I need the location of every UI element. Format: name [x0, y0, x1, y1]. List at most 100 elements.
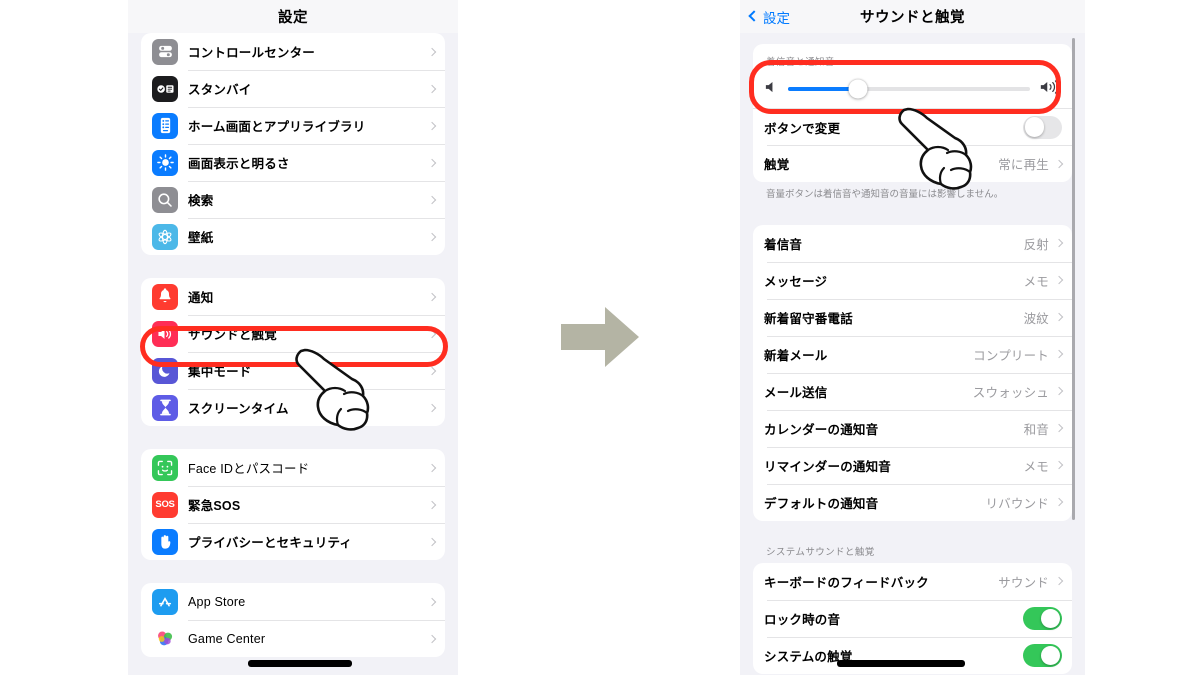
chevron-right-icon: [427, 292, 437, 301]
sidebar-item-label: スクリーンタイム: [188, 402, 289, 416]
standby-icon: [152, 75, 178, 102]
lock-sound-toggle[interactable]: [1023, 606, 1062, 630]
row-label: ボタンで変更: [764, 121, 841, 136]
right-nav-bar: 設定 サウンドと触覚: [740, 0, 1085, 33]
sidebar-item-label: 緊急SOS: [188, 499, 241, 513]
row-label: デフォルトの通知音: [764, 496, 879, 511]
change-with-buttons-row[interactable]: ボタンで変更: [753, 108, 1072, 145]
ringer-volume-slider[interactable]: [753, 70, 1072, 108]
top-spacer: [740, 33, 1085, 44]
sidebar-item-notifications[interactable]: 通知: [141, 278, 445, 315]
row-value: 反射: [1023, 237, 1049, 252]
sidebar-item-home-screen[interactable]: ホーム画面とアプリライブラリ: [141, 107, 445, 144]
chevron-right-icon: [427, 158, 437, 167]
chevron-right-icon: [1054, 461, 1064, 470]
row-value: メモ: [1023, 459, 1049, 474]
chevron-right-icon: [427, 121, 437, 130]
chevron-right-icon: [427, 195, 437, 204]
bell-icon: [152, 283, 178, 310]
chevron-right-icon: [427, 634, 437, 643]
chevron-right-icon: [1054, 387, 1064, 396]
speaker-high-icon: [1039, 79, 1061, 99]
system-haptics-row[interactable]: システムの触覚: [753, 636, 1072, 674]
sidebar-item-wallpaper[interactable]: 壁紙: [141, 218, 445, 255]
sidebar-item-face-id[interactable]: Face IDとパスコード: [141, 449, 445, 486]
chevron-left-icon: [748, 10, 760, 22]
row-value: コンプリート: [973, 348, 1049, 363]
sidebar-item-focus[interactable]: 集中モード: [141, 352, 445, 389]
back-button[interactable]: 設定: [748, 0, 790, 33]
redaction-bar-system-haptics: [837, 660, 965, 667]
sidebar-item-app-store[interactable]: App Store: [141, 583, 445, 620]
sound-row-voicemail[interactable]: 新着留守番電話 波紋: [753, 298, 1072, 336]
sidebar-item-standby[interactable]: スタンバイ: [141, 70, 445, 107]
sidebar-item-search[interactable]: 検索: [141, 181, 445, 218]
sidebar-item-label: 検索: [188, 194, 214, 208]
slider-track[interactable]: [788, 79, 1030, 99]
sound-row-ringtone[interactable]: 着信音 反射: [753, 225, 1072, 262]
chevron-right-icon: [427, 500, 437, 509]
sound-row-reminder[interactable]: リマインダーの通知音 メモ: [753, 446, 1072, 484]
chevron-right-icon: [1054, 424, 1064, 433]
right-scroll-area[interactable]: 着信音と通知音 ボタンで変更 触覚 常に再生 音量ボタンは着信音や通知音の音量に…: [740, 33, 1085, 675]
settings-group-display: コントロールセンター スタンバイ ホーム画面とアプリライブラリ 画面表示と明るさ…: [141, 33, 445, 255]
settings-screen-panel: 設定 コントロールセンター スタンバイ ホーム画面とアプリライブラリ 画面表示と…: [128, 0, 458, 675]
speaker-low-icon: [764, 80, 779, 99]
chevron-right-icon: [427, 84, 437, 93]
row-label: メール送信: [764, 385, 828, 400]
row-label: 新着メール: [764, 348, 828, 363]
row-value: スウォッシュ: [972, 385, 1049, 400]
chevron-right-icon: [427, 597, 437, 606]
sound-row-message[interactable]: メッセージ メモ: [753, 261, 1072, 299]
control-center-icon: [152, 38, 178, 65]
keyboard-feedback-row[interactable]: キーボードのフィードバック サウンド: [753, 563, 1072, 600]
row-label: キーボードのフィードバック: [764, 575, 929, 590]
sidebar-item-privacy-security[interactable]: プライバシーとセキュリティ: [141, 523, 445, 560]
slider-knob[interactable]: [848, 79, 868, 99]
back-button-label: 設定: [763, 10, 790, 26]
row-label: 触覚: [764, 158, 790, 172]
lock-sound-row[interactable]: ロック時の音: [753, 599, 1072, 637]
change-with-buttons-toggle[interactable]: [1023, 115, 1062, 139]
chevron-right-icon: [427, 329, 437, 338]
right-arrow-icon: [561, 305, 639, 369]
haptics-row[interactable]: 触覚 常に再生: [753, 145, 1072, 182]
sidebar-item-label: ホーム画面とアプリライブラリ: [188, 120, 366, 134]
sound-row-calendar[interactable]: カレンダーの通知音 和音: [753, 409, 1072, 447]
system-haptics-toggle[interactable]: [1023, 643, 1062, 667]
page-title: サウンドと触覚: [860, 10, 965, 26]
chevron-right-icon: [427, 537, 437, 546]
sidebar-item-label: コントロールセンター: [188, 46, 316, 60]
sidebar-item-sounds-haptics[interactable]: サウンドと触覚: [141, 315, 445, 352]
search-icon: [152, 186, 178, 213]
chevron-right-icon: [1054, 239, 1064, 248]
chevron-right-icon: [427, 463, 437, 472]
sound-row-default-alert[interactable]: デフォルトの通知音 リバウンド: [753, 483, 1072, 521]
row-value: 波紋: [1023, 311, 1049, 326]
sound-row-sent-mail[interactable]: メール送信 スウォッシュ: [753, 372, 1072, 410]
sidebar-item-emergency-sos[interactable]: SOS 緊急SOS: [141, 486, 445, 523]
row-value: サウンド: [998, 575, 1049, 590]
row-label: 新着留守番電話: [764, 311, 853, 326]
sidebar-item-screen-time[interactable]: スクリーンタイム: [141, 389, 445, 426]
home-screen-icon: [152, 112, 178, 139]
sound-row-new-mail[interactable]: 新着メール コンプリート: [753, 335, 1072, 373]
settings-group-store: App Store Game Center: [141, 583, 445, 657]
left-scroll-area[interactable]: コントロールセンター スタンバイ ホーム画面とアプリライブラリ 画面表示と明るさ…: [128, 33, 458, 675]
sidebar-item-display-brightness[interactable]: 画面表示と明るさ: [141, 144, 445, 181]
chevron-right-icon: [1054, 350, 1064, 359]
row-value: リバウンド: [985, 496, 1049, 511]
volume-section-header: 着信音と通知音: [766, 57, 835, 68]
row-label: メッセージ: [764, 274, 828, 289]
sidebar-item-control-center[interactable]: コントロールセンター: [141, 33, 445, 70]
vertical-scrollbar[interactable]: [1071, 38, 1075, 520]
sidebar-item-game-center[interactable]: Game Center: [141, 620, 445, 657]
speaker-icon: [152, 320, 178, 347]
chevron-right-icon: [1054, 498, 1064, 507]
sidebar-item-label: スタンバイ: [188, 83, 252, 97]
chevron-right-icon: [427, 232, 437, 241]
hand-privacy-icon: [152, 528, 178, 555]
